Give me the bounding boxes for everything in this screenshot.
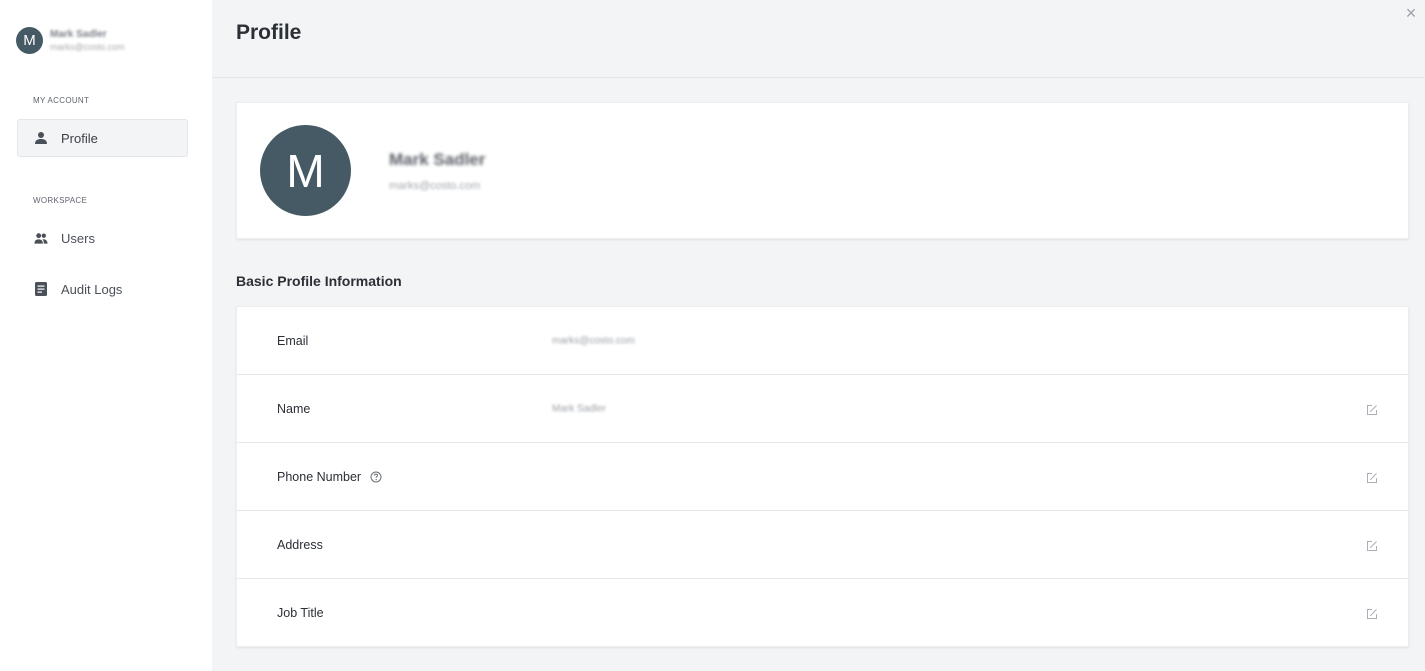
info-row-address: Address xyxy=(237,511,1408,579)
info-label-job-title: Job Title xyxy=(277,606,324,620)
sidebar-item-label: Users xyxy=(61,230,95,246)
sidebar-user-info: Mark Sadler marks@costo.com xyxy=(50,28,125,52)
avatar: M xyxy=(16,27,43,54)
users-icon xyxy=(34,231,48,245)
info-label-address: Address xyxy=(277,538,323,552)
help-circle-icon[interactable] xyxy=(370,471,382,483)
info-row-job-title: Job Title xyxy=(237,579,1408,647)
info-value-name: Mark Sadler xyxy=(552,403,606,414)
page-title: Profile xyxy=(236,21,302,44)
label-text: Email xyxy=(277,333,309,348)
edit-job-title-icon[interactable] xyxy=(1366,607,1378,619)
sidebar-item-label: Audit Logs xyxy=(61,281,123,297)
section-label-workspace: WORKSPACE xyxy=(33,196,88,205)
close-button[interactable]: × xyxy=(1403,3,1419,23)
profile-summary-card: M Mark Sadler marks@costo.com xyxy=(236,102,1409,239)
label-text: Job Title xyxy=(277,606,324,620)
sidebar-item-profile[interactable]: Profile xyxy=(17,119,188,157)
info-value-email: marks@costo.com xyxy=(552,335,635,346)
sidebar-user[interactable]: M Mark Sadler marks@costo.com xyxy=(16,27,125,54)
profile-name: Mark Sadler xyxy=(389,150,486,169)
label-text: Address xyxy=(277,537,323,552)
page-header: Profile × xyxy=(212,0,1425,78)
basic-profile-title: Basic Profile Information xyxy=(236,273,402,289)
document-icon xyxy=(34,282,48,296)
info-row-email: Email marks@costo.com xyxy=(237,307,1408,375)
info-label-name: Name xyxy=(277,402,310,416)
edit-phone-icon[interactable] xyxy=(1366,471,1378,483)
info-label-phone: Phone Number xyxy=(277,470,382,484)
sidebar: M Mark Sadler marks@costo.com MY ACCOUNT… xyxy=(0,0,212,671)
info-label-email: Email xyxy=(277,334,308,348)
sidebar-user-name: Mark Sadler xyxy=(50,28,107,40)
close-icon: × xyxy=(1405,3,1417,23)
sidebar-item-label: Profile xyxy=(61,130,98,146)
info-row-name: Name Mark Sadler xyxy=(237,375,1408,443)
edit-name-icon[interactable] xyxy=(1366,403,1378,415)
person-icon xyxy=(34,131,48,145)
section-label-my-account: MY ACCOUNT xyxy=(33,96,90,105)
sidebar-item-audit-logs[interactable]: Audit Logs xyxy=(17,270,188,308)
label-text: Phone Number xyxy=(277,469,362,484)
info-row-phone: Phone Number xyxy=(237,443,1408,511)
sidebar-item-users[interactable]: Users xyxy=(17,219,188,257)
profile-avatar: M xyxy=(260,125,351,216)
basic-profile-card: Email marks@costo.com Name Mark Sadler P… xyxy=(236,306,1409,647)
profile-email: marks@costo.com xyxy=(389,180,481,192)
edit-address-icon[interactable] xyxy=(1366,539,1378,551)
label-text: Name xyxy=(277,401,311,416)
main-content: Profile × M Mark Sadler marks@costo.com … xyxy=(212,0,1425,671)
sidebar-user-email: marks@costo.com xyxy=(50,41,125,52)
